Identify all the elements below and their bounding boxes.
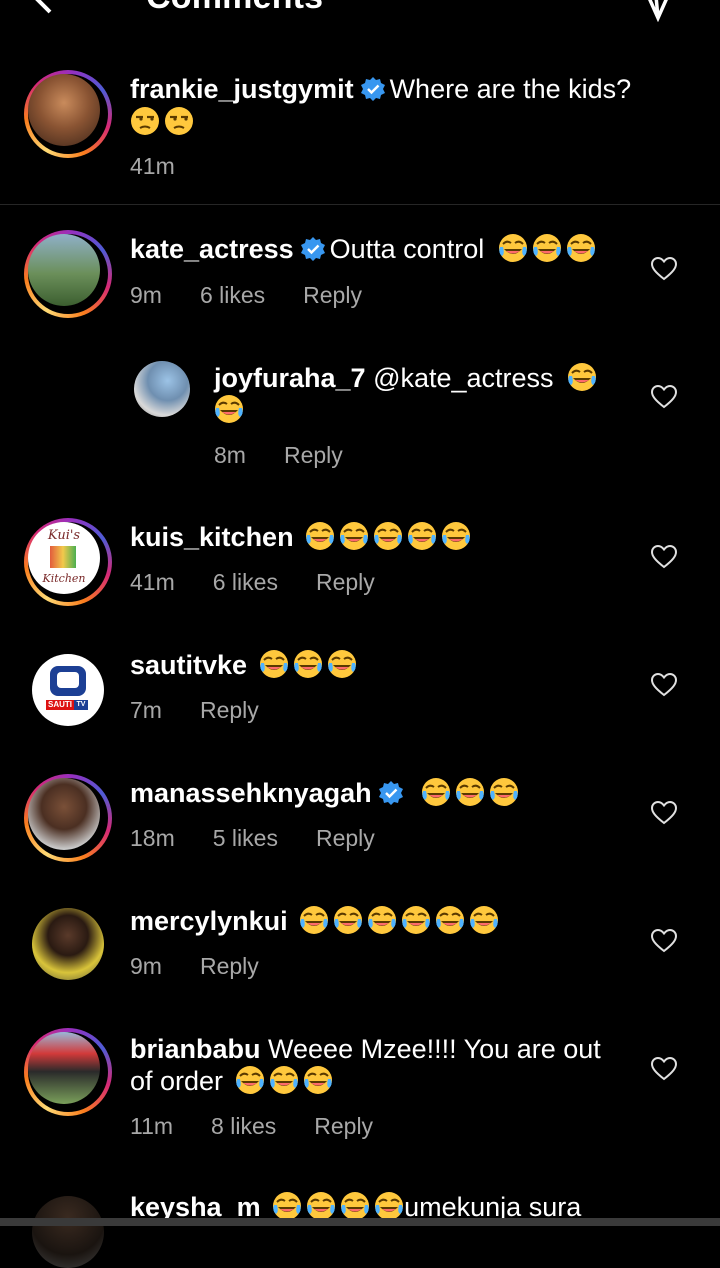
laughing-emoji-icon	[441, 521, 472, 551]
comment-time: 9m	[130, 953, 162, 979]
avatar[interactable]	[24, 774, 112, 862]
comment-time: 41m	[130, 569, 175, 595]
laughing-emoji-icon	[407, 521, 438, 551]
comment-likes[interactable]: 6 likes	[200, 282, 265, 308]
comment-username[interactable]: brianbabu	[130, 1034, 261, 1064]
laughing-emoji-icon	[497, 233, 528, 263]
laughing-emoji-icon	[367, 905, 398, 935]
laughing-emoji-icon	[401, 905, 432, 935]
reply-button[interactable]: Reply	[284, 442, 343, 468]
heart-icon[interactable]	[651, 673, 677, 697]
send-icon[interactable]	[638, 0, 678, 22]
avatar[interactable]: Kui's Kitchen	[24, 518, 112, 606]
laughing-emoji-icon	[374, 1191, 405, 1221]
avatar[interactable]	[24, 230, 112, 318]
comment-text: Outta control	[329, 234, 485, 264]
laughing-emoji-icon	[469, 905, 500, 935]
reply-button[interactable]: Reply	[303, 282, 362, 308]
unamused-emoji-icon	[164, 106, 194, 136]
reply-button[interactable]: Reply	[200, 953, 259, 979]
top-bar: Comments	[0, 0, 720, 28]
comment-likes[interactable]: 8 likes	[211, 1113, 276, 1139]
reply-button[interactable]: Reply	[314, 1113, 373, 1139]
comment-username[interactable]: kate_actress	[130, 234, 294, 264]
avatar[interactable]	[134, 361, 190, 417]
laughing-emoji-icon	[299, 905, 330, 935]
avatar[interactable]	[24, 70, 112, 158]
laughing-emoji-icon	[435, 905, 466, 935]
laughing-emoji-icon	[489, 777, 520, 807]
bottom-bar	[0, 1218, 720, 1226]
comment-text: Where are the kids?	[389, 74, 632, 104]
laughing-emoji-icon	[305, 521, 336, 551]
laughing-emoji-icon	[326, 649, 357, 679]
comment-time: 11m	[130, 1113, 174, 1139]
laughing-emoji-icon	[234, 1065, 265, 1095]
unamused-emoji-icon	[130, 106, 160, 136]
avatar[interactable]	[32, 908, 104, 980]
laughing-emoji-icon	[565, 233, 596, 263]
laughing-emoji-icon	[306, 1191, 337, 1221]
laughing-emoji-icon	[214, 394, 244, 424]
heart-icon[interactable]	[651, 257, 677, 281]
comment-username[interactable]: kuis_kitchen	[130, 522, 294, 552]
laughing-emoji-icon	[302, 1065, 333, 1095]
comment-likes[interactable]: 5 likes	[213, 825, 278, 851]
verified-badge-icon	[299, 236, 326, 262]
laughing-emoji-icon	[340, 1191, 371, 1221]
page-title: Comments	[146, 0, 323, 17]
heart-icon[interactable]	[651, 1057, 677, 1081]
avatar[interactable]	[24, 1028, 112, 1116]
comment-time: 18m	[130, 825, 175, 851]
comment-time: 41m	[130, 153, 175, 179]
verified-badge-icon	[359, 76, 386, 102]
avatar[interactable]	[32, 1196, 104, 1268]
back-arrow-icon[interactable]	[30, 0, 80, 18]
divider	[0, 204, 720, 205]
comment-time: 8m	[214, 442, 246, 468]
laughing-emoji-icon	[268, 1065, 299, 1095]
laughing-emoji-icon	[373, 521, 404, 551]
heart-icon[interactable]	[651, 801, 677, 825]
laughing-emoji-icon	[272, 1191, 303, 1221]
comment-username[interactable]: joyfuraha_7	[214, 363, 366, 393]
heart-icon[interactable]	[651, 929, 677, 953]
laughing-emoji-icon	[258, 649, 289, 679]
verified-badge-icon	[377, 780, 404, 806]
laughing-emoji-icon	[339, 521, 370, 551]
laughing-emoji-icon	[531, 233, 562, 263]
heart-icon[interactable]	[651, 545, 677, 569]
comment-time: 9m	[130, 282, 162, 308]
reply-button[interactable]: Reply	[316, 569, 375, 595]
laughing-emoji-icon	[421, 777, 452, 807]
comment-time: 7m	[130, 697, 162, 723]
heart-icon[interactable]	[651, 385, 677, 409]
reply-button[interactable]: Reply	[316, 825, 375, 851]
avatar[interactable]: SAUTI TV	[32, 654, 104, 726]
laughing-emoji-icon	[567, 362, 598, 392]
laughing-emoji-icon	[455, 777, 486, 807]
comment-username[interactable]: frankie_justgymit	[130, 74, 354, 104]
laughing-emoji-icon	[333, 905, 364, 935]
laughing-emoji-icon	[292, 649, 323, 679]
comment-text: Weeee Mzee!!!! You are out	[268, 1034, 601, 1064]
comment-username[interactable]: sautitvke	[130, 650, 247, 680]
comment-username[interactable]: manassehknyagah	[130, 778, 372, 808]
mention-link[interactable]: @kate_actress	[373, 363, 553, 393]
comment-text: of order	[130, 1066, 224, 1096]
comment-username[interactable]: mercylynkui	[130, 906, 288, 936]
reply-button[interactable]: Reply	[200, 697, 259, 723]
comment-likes[interactable]: 6 likes	[213, 569, 278, 595]
